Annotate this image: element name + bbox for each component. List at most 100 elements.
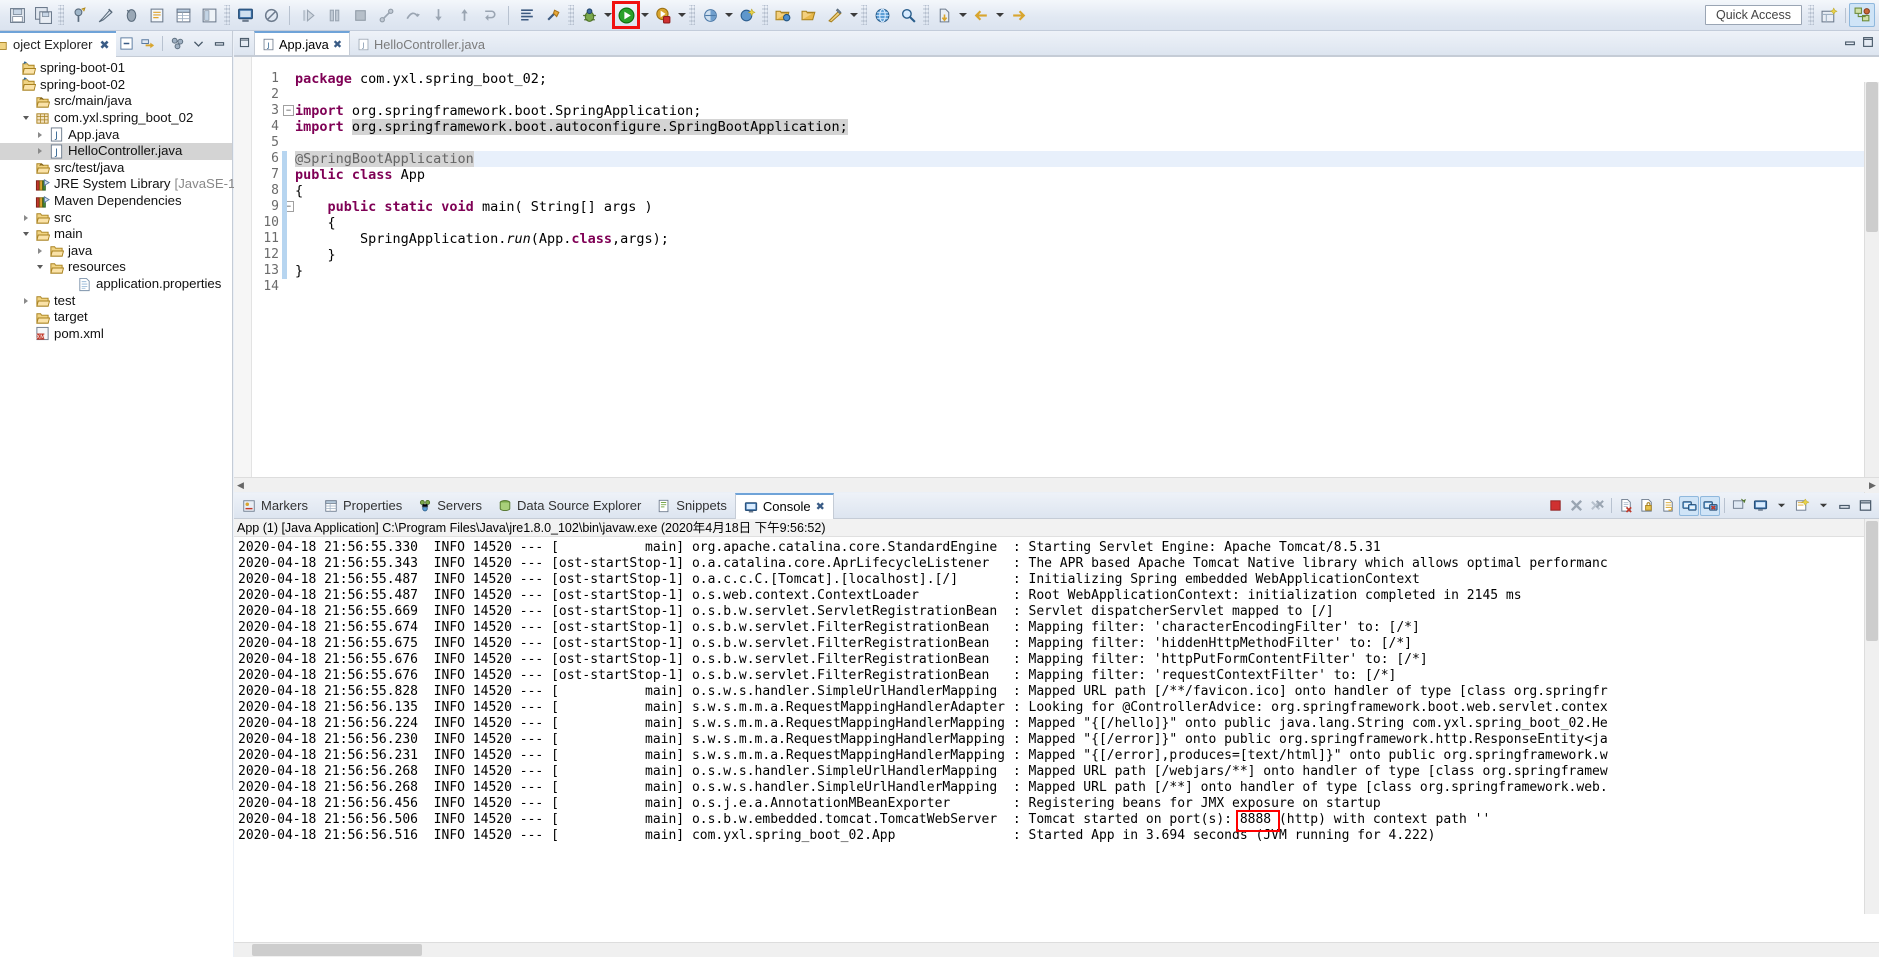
- chevron-down-icon[interactable]: [189, 34, 208, 53]
- forward-icon[interactable]: [1006, 3, 1030, 27]
- chevron-right-icon[interactable]: [32, 243, 47, 259]
- previous-edit-icon[interactable]: [969, 3, 993, 27]
- tab-project-explorer[interactable]: oject Explorer ✖: [0, 30, 116, 57]
- external-tools-icon[interactable]: [823, 3, 847, 27]
- toolbar-drag-handle[interactable]: [58, 5, 64, 25]
- coverage-dropdown-arrow[interactable]: [723, 3, 734, 27]
- editor-tab-app-java[interactable]: J App.java ✖: [254, 31, 351, 55]
- word-wrap-button[interactable]: [1658, 496, 1678, 516]
- console-output[interactable]: 2020-04-18 21:56:55.330 INFO 14520 --- […: [234, 537, 1879, 937]
- chevron-down-icon[interactable]: [1813, 496, 1833, 516]
- tree-item-maven-dependencies[interactable]: Maven Dependencies: [0, 193, 232, 210]
- remove-launch-button[interactable]: [1566, 496, 1586, 516]
- view-menu-icon[interactable]: [168, 34, 187, 53]
- tree-item-application-properties[interactable]: application.properties: [0, 276, 232, 293]
- code-line[interactable]: import org.springframework.boot.autoconf…: [295, 119, 1879, 135]
- close-icon[interactable]: ✖: [816, 500, 825, 513]
- terminate-icon[interactable]: [348, 3, 372, 27]
- maven-build-icon[interactable]: [541, 3, 565, 27]
- code-line[interactable]: }: [295, 247, 1879, 263]
- tree-item-java[interactable]: java: [0, 243, 232, 260]
- run-icon[interactable]: [612, 1, 640, 29]
- debug-dropdown-arrow[interactable]: [602, 3, 613, 27]
- link-with-editor-icon[interactable]: [138, 34, 157, 53]
- remove-all-terminated-button[interactable]: [1587, 496, 1607, 516]
- console-tab-markers[interactable]: Markers: [234, 493, 316, 519]
- scroll-right-arrow[interactable]: ▶: [1866, 480, 1879, 491]
- toolbar-drag-handle-4[interactable]: [689, 5, 695, 25]
- tree-item-com-yxl-spring-boot-02[interactable]: com.yxl.spring_boot_02: [0, 110, 232, 127]
- terminate-button[interactable]: [1545, 496, 1565, 516]
- pin-console-button[interactable]: [1729, 496, 1749, 516]
- toolbar-drag-handle-2[interactable]: [224, 5, 230, 25]
- save-all-icon[interactable]: [31, 3, 55, 27]
- scrollbar-thumb[interactable]: [252, 944, 422, 956]
- open-perspective-button[interactable]: [1816, 3, 1842, 27]
- debug-icon[interactable]: [577, 3, 601, 27]
- console-tab-snippets[interactable]: Snippets: [649, 493, 735, 519]
- quick-fix-icon[interactable]: [93, 3, 117, 27]
- open-type-icon[interactable]: [771, 3, 795, 27]
- step-return-icon[interactable]: [452, 3, 476, 27]
- minimize-icon[interactable]: [210, 34, 229, 53]
- run-as-server-icon[interactable]: [651, 3, 675, 27]
- build-all-icon[interactable]: [515, 3, 539, 27]
- properties-icon[interactable]: [171, 3, 195, 27]
- tree-item-spring-boot-02[interactable]: spring-boot-02: [0, 77, 232, 94]
- java-ee-perspective-button[interactable]: [1849, 3, 1875, 27]
- chevron-down-icon[interactable]: [18, 226, 33, 242]
- code-line[interactable]: {: [295, 183, 1879, 199]
- quick-access-input[interactable]: Quick Access: [1704, 5, 1802, 25]
- save-icon[interactable]: [5, 3, 29, 27]
- tree-item-target[interactable]: target: [0, 309, 232, 326]
- chevron-right-icon[interactable]: [32, 143, 47, 159]
- new-jsp-icon[interactable]: [197, 3, 221, 27]
- tree-item-spring-boot-01[interactable]: spring-boot-01: [0, 60, 232, 77]
- code-line[interactable]: import org.springframework.boot.SpringAp…: [295, 103, 1879, 119]
- code-line[interactable]: [295, 135, 1879, 151]
- console-horizontal-scrollbar[interactable]: [234, 942, 1879, 957]
- console-tab-data-source-explorer[interactable]: Data Source Explorer: [490, 493, 649, 519]
- next-annotation-icon[interactable]: [932, 3, 956, 27]
- next-annotation-dropdown-arrow[interactable]: [957, 3, 968, 27]
- folding-ruler[interactable]: − −: [282, 57, 295, 492]
- code-editor[interactable]: 1 2 3 4 5 6 7 8 9 10 11 12 13 14 − − package com.yxl.s…: [234, 56, 1879, 502]
- tree-item-main[interactable]: main: [0, 226, 232, 243]
- display-selected-console-button[interactable]: [1750, 496, 1770, 516]
- maximize-button[interactable]: [1855, 496, 1875, 516]
- project-tree[interactable]: spring-boot-01 spring-boot-02 src/main/jav…: [0, 57, 250, 342]
- chevron-down-icon[interactable]: [18, 110, 33, 126]
- scrollbar-thumb[interactable]: [1866, 82, 1878, 232]
- new-wizard-icon[interactable]: [735, 3, 759, 27]
- editor-horizontal-scrollbar[interactable]: ◀ ▶: [234, 477, 1879, 492]
- tree-item-test[interactable]: test: [0, 292, 232, 309]
- tree-item-resources[interactable]: resources: [0, 259, 232, 276]
- chevron-down-icon[interactable]: [32, 259, 47, 275]
- code-line[interactable]: SpringApplication.run(App.class,args);: [295, 231, 1879, 247]
- tree-item-app-java[interactable]: J App.java: [0, 126, 232, 143]
- fold-collapse-icon[interactable]: −: [283, 105, 294, 116]
- new-coverage-icon[interactable]: [698, 3, 722, 27]
- server-icon[interactable]: [233, 3, 257, 27]
- toolbar-drag-handle-5[interactable]: [762, 5, 768, 25]
- toolbar-drag-handle-3[interactable]: [568, 5, 574, 25]
- console-tab-properties[interactable]: Properties: [316, 493, 410, 519]
- code-line[interactable]: package com.yxl.spring_boot_02;: [295, 71, 1879, 87]
- code-line[interactable]: [295, 87, 1879, 103]
- web-browser-icon[interactable]: [870, 3, 894, 27]
- editor-restore-icon[interactable]: [234, 30, 254, 55]
- clear-console-button[interactable]: [1616, 496, 1636, 516]
- minimize-button[interactable]: [1834, 496, 1854, 516]
- console-tab-console[interactable]: Console ✖: [734, 492, 834, 519]
- drop-to-frame-icon[interactable]: [478, 3, 502, 27]
- scroll-left-arrow[interactable]: ◀: [234, 480, 247, 491]
- mark-occurrences-icon[interactable]: [119, 3, 143, 27]
- toolbar-drag-handle-7[interactable]: [923, 5, 929, 25]
- new-annotation-icon[interactable]: [67, 3, 91, 27]
- chevron-right-icon[interactable]: [18, 210, 33, 226]
- tree-item-src-main-java[interactable]: src/main/java: [0, 93, 232, 110]
- run-as-dropdown-arrow[interactable]: [676, 3, 687, 27]
- close-icon[interactable]: ✖: [333, 38, 342, 51]
- tree-item-src[interactable]: src: [0, 209, 232, 226]
- code-line[interactable]: public static void main( String[] args ): [295, 199, 1879, 215]
